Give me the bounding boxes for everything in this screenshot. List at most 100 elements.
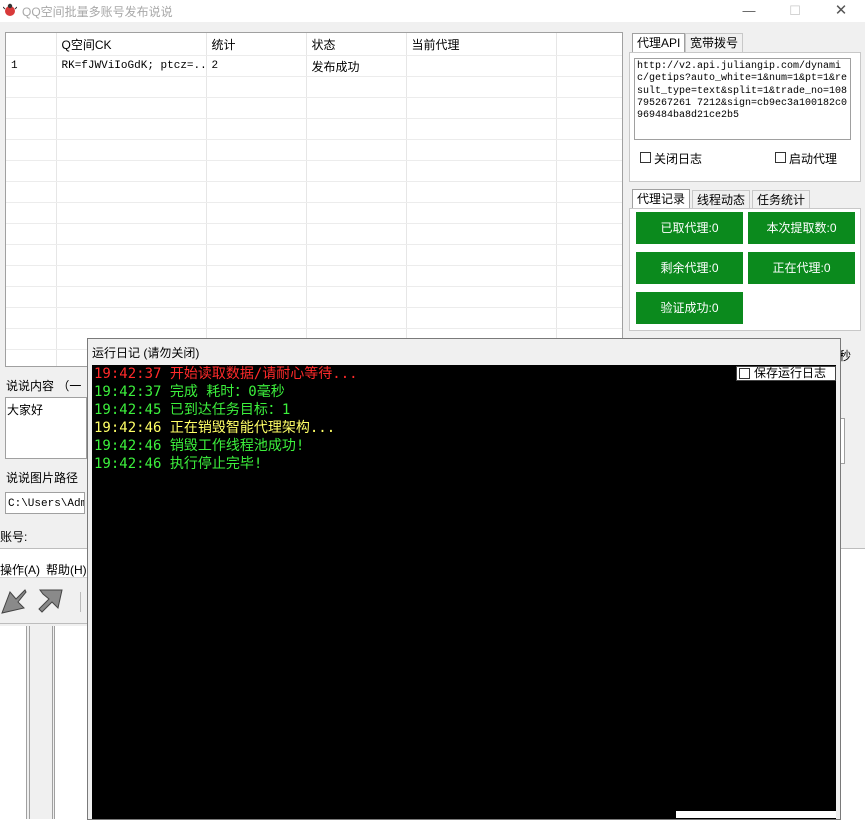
table-row-empty[interactable] [6,307,622,329]
cell-empty [406,118,557,140]
cell-empty [6,76,57,98]
close-log-checkbox[interactable] [640,152,651,163]
cell-empty [6,349,57,366]
table-row-empty[interactable] [6,223,622,245]
post-content-label: 说说内容 （一 [6,379,82,393]
log-console[interactable]: 19:42:37 开始读取数据/请耐心等待... 19:42:37 完成 耗时：0… [92,365,836,819]
back-arrow-icon[interactable] [0,586,28,616]
log-timestamp: 19:42:46 [94,438,162,454]
post-content-text: 大家好 [7,403,44,417]
table-row-empty[interactable] [6,181,622,203]
save-log-checkbox[interactable] [739,368,750,379]
cell-empty [556,76,622,98]
cell-empty [206,244,307,266]
tree-left-pane[interactable] [0,626,27,819]
close-button[interactable]: ✕ [818,0,864,22]
cell-empty [306,307,407,329]
maximize-button[interactable]: ☐ [772,0,818,22]
cell-empty [556,160,622,182]
forward-arrow-icon[interactable] [36,586,66,616]
log-line: 19:42:45 已到达任务目标：1 [94,401,290,419]
table-row-empty[interactable] [6,160,622,182]
table-header-row: Q空间CK 统计 状态 当前代理 [6,33,622,56]
cell-empty [6,223,57,245]
cell-empty [406,286,557,308]
tab-proxy-api[interactable]: 代理API [632,33,686,52]
log-timestamp: 19:42:45 [94,402,162,418]
cell-empty [56,244,207,266]
column-header-status[interactable]: 状态 [306,33,407,56]
tab-task-stats[interactable]: 任务统计 [752,190,811,209]
log-line: 19:42:46 执行停止完毕! [94,455,262,473]
cell-empty [406,307,557,329]
menu-operation[interactable]: 操作(A) [0,561,40,578]
table-row-empty[interactable] [6,286,622,308]
cell-empty [406,223,557,245]
cell-empty [6,265,57,287]
window-title: QQ空间批量多账号发布说说 [22,5,173,19]
cell-empty [306,265,407,287]
table-row-empty[interactable] [6,139,622,161]
table-row-empty[interactable] [6,97,622,119]
proxy-api-url-field[interactable]: http://v2.api.juliangip.com/dynamic/geti… [634,58,851,140]
cell-empty [406,160,557,182]
tree-scrollbar[interactable] [29,626,53,819]
table-row-empty[interactable] [6,244,622,266]
cell-empty [6,244,57,266]
cell-empty [6,286,57,308]
cell-empty [6,202,57,224]
cell-count: 2 [206,55,307,77]
cell-empty [6,97,57,119]
cell-empty [56,223,207,245]
image-path-field[interactable]: C:\Users\Admi [5,492,85,514]
cell-empty [56,265,207,287]
table-row-empty[interactable] [6,202,622,224]
tab-proxy-records[interactable]: 代理记录 [632,189,691,208]
verified-proxy-button[interactable]: 验证成功:0 [636,292,743,324]
cell-empty [206,76,307,98]
current-extract-button[interactable]: 本次提取数:0 [748,212,855,244]
log-message: 正在销毁智能代理架构... [169,420,336,436]
cell-empty [206,160,307,182]
save-log-option[interactable]: 保存运行日志 [736,366,836,381]
cell-empty [556,97,622,119]
table-row-empty[interactable] [6,265,622,287]
remaining-proxy-button[interactable]: 剩余代理:0 [636,252,743,284]
toolbar-separator [80,592,81,612]
start-proxy-label: 启动代理 [789,152,838,166]
menu-help[interactable]: 帮助(H) [46,561,87,578]
active-proxy-button[interactable]: 正在代理:0 [748,252,855,284]
cell-empty [206,118,307,140]
fetched-proxy-button[interactable]: 已取代理:0 [636,212,743,244]
cell-empty [56,307,207,329]
cell-empty [206,307,307,329]
account-table-grid: Q空间CK 统计 状态 当前代理 1 RK=fJWViIoGdK; ptcz=.… [6,33,622,366]
cell-empty [556,202,622,224]
cell-empty [206,97,307,119]
table-row[interactable]: 1 RK=fJWViIoGdK; ptcz=... 2 发布成功 [6,55,622,77]
account-table[interactable]: Q空间CK 统计 状态 当前代理 1 RK=fJWViIoGdK; ptcz=.… [5,32,623,367]
cell-empty [406,97,557,119]
table-row-empty[interactable] [6,76,622,98]
post-content-textarea[interactable]: 大家好 [5,397,87,459]
column-header-index[interactable] [6,33,57,56]
minimize-button[interactable]: — [726,0,772,22]
table-row-empty[interactable] [6,118,622,140]
column-header-count[interactable]: 统计 [206,33,307,56]
column-header-proxy[interactable]: 当前代理 [406,33,557,56]
tab-broadband-dial[interactable]: 宽带拨号 [685,33,744,52]
close-log-label: 关闭日志 [654,152,703,166]
log-timestamp: 19:42:46 [94,420,162,436]
cell-empty [406,244,557,266]
cell-empty [56,160,207,182]
column-header-ck[interactable]: Q空间CK [56,33,207,56]
tree-right-pane[interactable] [54,626,91,819]
tab-thread-activity[interactable]: 线程动态 [692,190,751,209]
bug-app-icon [3,3,17,16]
cell-empty [56,118,207,140]
log-timestamp: 19:42:37 [94,384,162,400]
cell-empty [6,118,57,140]
run-log-window[interactable]: 运行日记 (请勿关闭) 19:42:37 开始读取数据/请耐心等待... 19:4… [87,338,841,820]
start-proxy-checkbox[interactable] [775,152,786,163]
cell-empty [306,286,407,308]
